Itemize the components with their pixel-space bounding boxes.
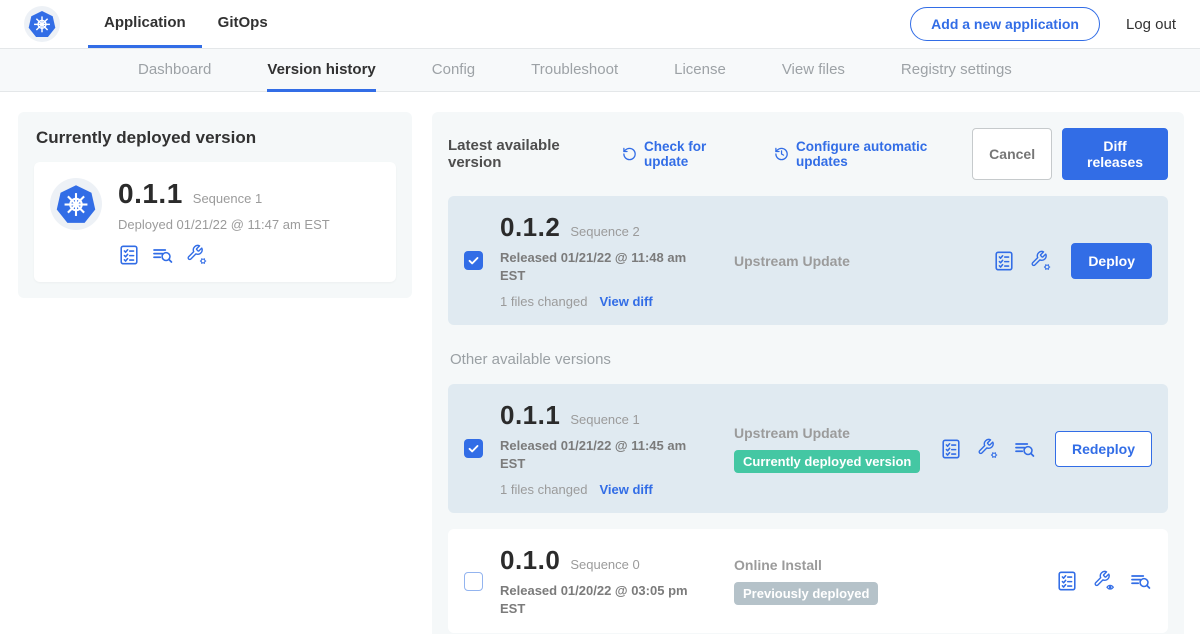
nav-tab-gitops-label: GitOps: [218, 14, 268, 31]
deployed-version-number: 0.1.1: [118, 178, 183, 210]
released-timestamp: Released 01/20/22 @ 03:05 pm EST: [500, 582, 690, 617]
tab-dashboard[interactable]: Dashboard: [138, 49, 211, 92]
version-source-label: Online Install: [734, 557, 1056, 573]
top-header: Application GitOps Add a new application…: [0, 0, 1200, 48]
currently-deployed-panel: Currently deployed version 0.1.1 Sequenc…: [18, 112, 412, 298]
tab-version-history[interactable]: Version history: [267, 49, 375, 92]
add-application-button[interactable]: Add a new application: [910, 7, 1100, 41]
tab-license[interactable]: License: [674, 49, 726, 92]
nav-tab-gitops[interactable]: GitOps: [202, 0, 284, 48]
released-timestamp: Released 01/21/22 @ 11:45 am EST: [500, 437, 690, 472]
checkmark-icon: [467, 254, 480, 267]
nav-tab-application[interactable]: Application: [88, 0, 202, 48]
configure-automatic-updates-link[interactable]: Configure automatic updates: [774, 139, 972, 169]
previously-deployed-badge: Previously deployed: [734, 582, 878, 605]
tab-registry-settings[interactable]: Registry settings: [901, 49, 1012, 92]
tab-config[interactable]: Config: [432, 49, 475, 92]
config-gear-icon[interactable]: [186, 244, 208, 266]
version-source-label: Upstream Update: [734, 253, 993, 269]
available-versions-panel: Latest available version Check for updat…: [432, 112, 1184, 634]
configure-updates-label: Configure automatic updates: [796, 139, 972, 169]
version-checkbox-0-1-1[interactable]: [464, 439, 483, 458]
deploy-logs-icon[interactable]: [1014, 438, 1036, 460]
released-timestamp: Released 01/21/22 @ 11:48 am EST: [500, 249, 690, 284]
version-source-label: Upstream Update: [734, 425, 940, 441]
deploy-logs-icon[interactable]: [152, 244, 174, 266]
redeploy-button[interactable]: Redeploy: [1055, 431, 1152, 467]
version-sequence: Sequence 1: [570, 412, 639, 427]
preflight-checklist-icon[interactable]: [993, 250, 1015, 272]
check-for-update-label: Check for update: [644, 139, 748, 169]
version-sequence: Sequence 0: [570, 557, 639, 572]
schedule-refresh-icon: [774, 146, 789, 162]
preflight-checklist-icon[interactable]: [118, 244, 140, 266]
refresh-icon: [622, 146, 637, 162]
currently-deployed-badge: Currently deployed version: [734, 450, 920, 473]
cancel-button[interactable]: Cancel: [972, 128, 1052, 180]
version-row-0-1-1: 0.1.1 Sequence 1 Released 01/21/22 @ 11:…: [448, 384, 1168, 513]
kubernetes-app-icon: [50, 178, 102, 230]
version-number: 0.1.0: [500, 545, 560, 576]
tab-troubleshoot[interactable]: Troubleshoot: [531, 49, 618, 92]
preflight-checklist-icon[interactable]: [940, 438, 962, 460]
version-number: 0.1.2: [500, 212, 560, 243]
nav-tab-application-label: Application: [104, 14, 186, 31]
version-row-0-1-2: 0.1.2 Sequence 2 Released 01/21/22 @ 11:…: [448, 196, 1168, 325]
tab-view-files[interactable]: View files: [782, 49, 845, 92]
other-versions-title: Other available versions: [450, 351, 1168, 368]
config-gear-icon[interactable]: [977, 438, 999, 460]
config-view-icon[interactable]: [1093, 570, 1115, 592]
kubernetes-icon: [24, 6, 60, 42]
files-changed-label: 1 files changed: [500, 482, 587, 497]
config-gear-icon[interactable]: [1030, 250, 1052, 272]
files-changed-label: 1 files changed: [500, 294, 587, 309]
checkmark-icon: [467, 442, 480, 455]
deploy-logs-icon[interactable]: [1130, 570, 1152, 592]
view-diff-link[interactable]: View diff: [599, 482, 652, 497]
check-for-update-link[interactable]: Check for update: [622, 139, 748, 169]
app-subnav: Dashboard Version history Config Trouble…: [0, 48, 1200, 92]
available-versions-title: Latest available version: [448, 137, 608, 171]
logout-link[interactable]: Log out: [1126, 16, 1176, 33]
app-logo: [24, 0, 60, 48]
version-sequence: Sequence 2: [570, 224, 639, 239]
deployed-sequence: Sequence 1: [193, 191, 262, 206]
deployed-timestamp: Deployed 01/21/22 @ 11:47 am EST: [118, 217, 330, 232]
deployed-version-card: 0.1.1 Sequence 1 Deployed 01/21/22 @ 11:…: [34, 162, 396, 282]
diff-releases-button[interactable]: Diff releases: [1062, 128, 1168, 180]
view-diff-link[interactable]: View diff: [599, 294, 652, 309]
version-row-0-1-0: 0.1.0 Sequence 0 Released 01/20/22 @ 03:…: [448, 529, 1168, 633]
version-checkbox-0-1-0[interactable]: [464, 572, 483, 591]
deploy-button[interactable]: Deploy: [1071, 243, 1152, 279]
version-number: 0.1.1: [500, 400, 560, 431]
version-checkbox-0-1-2[interactable]: [464, 251, 483, 270]
deployed-panel-title: Currently deployed version: [36, 128, 396, 148]
preflight-checklist-icon[interactable]: [1056, 570, 1078, 592]
